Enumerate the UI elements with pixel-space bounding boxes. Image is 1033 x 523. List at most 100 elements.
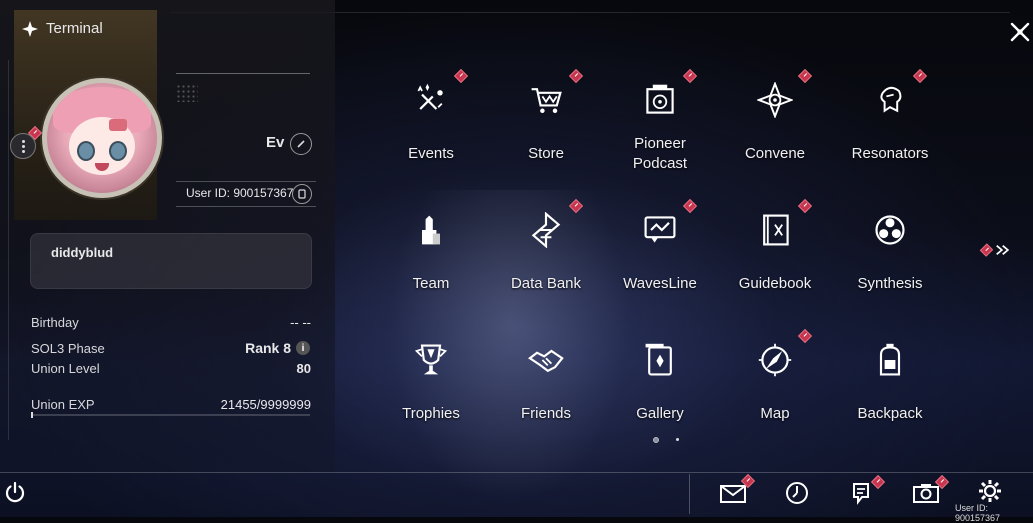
notice-button[interactable] (848, 480, 876, 506)
podcast-icon (640, 80, 680, 120)
clock-button[interactable] (783, 480, 811, 506)
menu-item-events[interactable]: Events (375, 68, 487, 188)
menu-item-label: Events (408, 145, 454, 162)
mail-button[interactable] (719, 480, 747, 506)
bottom-divider (0, 472, 1033, 473)
menu-item-friends[interactable]: Friends (490, 330, 602, 448)
camera-button[interactable] (912, 480, 940, 506)
menu-item-data-bank[interactable]: Data Bank (490, 198, 602, 318)
menu-item-resonators[interactable]: Resonators (834, 68, 946, 188)
window-title-label: Terminal (46, 20, 103, 37)
menu-item-label: Trophies (402, 405, 460, 422)
menu-item-store[interactable]: Store (490, 68, 602, 188)
notification-badge (568, 198, 584, 214)
guidebook-icon (755, 210, 795, 250)
menu-item-label: WavesLine (623, 275, 697, 292)
handshake-icon (526, 340, 566, 380)
menu-item-convene[interactable]: Convene (719, 68, 831, 188)
events-icon (411, 80, 451, 120)
synthesis-icon (870, 210, 910, 250)
window-title: Terminal (22, 20, 103, 37)
stat-value-birthday: -- -- (290, 315, 311, 330)
menu-item-label: Synthesis (857, 275, 923, 292)
dot-icon (21, 149, 25, 153)
notification-badge (682, 198, 698, 214)
stat-label-sol3-phase: SOL3 Phase (31, 341, 105, 356)
edit-name-button[interactable] (290, 133, 312, 155)
union-exp-bar (31, 414, 310, 416)
menu-item-label: Resonators (851, 145, 929, 162)
menu-item-label: Store (528, 145, 564, 162)
menu-item-guidebook[interactable]: Guidebook (719, 198, 831, 318)
menu-item-pioneer-podcast[interactable]: Pioneer Podcast (604, 68, 716, 188)
notification-badge (453, 68, 469, 84)
signature-field[interactable]: diddyblud (30, 233, 312, 289)
rank-info-button[interactable]: i (296, 341, 310, 355)
clock-icon (786, 482, 808, 504)
convene-icon (755, 80, 795, 120)
union-exp-marker (31, 412, 33, 418)
page-indicator-2[interactable] (676, 438, 679, 441)
notification-badge (797, 68, 813, 84)
page-indicator-1[interactable] (653, 437, 659, 443)
avatar[interactable] (42, 78, 162, 198)
notification-badge (682, 68, 698, 84)
pencil-icon (297, 140, 305, 148)
user-id-label: User ID: 900157367 (186, 186, 294, 200)
menu-item-label: Team (412, 275, 450, 292)
profile-more-button[interactable] (10, 133, 36, 159)
stat-value-union-level: 80 (296, 361, 311, 376)
data-bank-icon (526, 210, 566, 250)
notification-badge (797, 198, 813, 214)
next-page-button[interactable] (979, 240, 1012, 260)
stat-value-sol3-phase: Rank 8 (245, 340, 291, 356)
power-button[interactable] (4, 481, 26, 503)
settings-button[interactable] (976, 478, 1004, 504)
dot-icon (21, 139, 25, 143)
team-icon (411, 210, 451, 250)
avatar-bow (109, 119, 127, 131)
menu-item-label: Convene (744, 145, 806, 162)
gallery-icon (640, 340, 680, 380)
player-name: Ev (266, 134, 285, 151)
resonators-icon (870, 80, 910, 120)
notification-badge (912, 68, 928, 84)
menu-item-label: Backpack (857, 405, 923, 422)
backpack-icon (870, 340, 910, 380)
decor-dot-grid (176, 84, 198, 102)
chevron-double-right-icon (996, 245, 1010, 255)
wavesline-icon (640, 210, 680, 250)
trophy-icon (411, 340, 451, 380)
menu-item-wavesline[interactable]: WavesLine (604, 198, 716, 318)
menu-item-label: Friends (520, 405, 572, 422)
store-cart-icon (526, 80, 566, 120)
menu-item-gallery[interactable]: Gallery (604, 330, 716, 448)
stat-label-union-level: Union Level (31, 361, 100, 376)
menu-item-map[interactable]: Map (719, 328, 831, 448)
menu-item-label: Guidebook (738, 275, 812, 292)
menu-item-label: Data Bank (510, 275, 582, 292)
menu-item-label: Pioneer Podcast (632, 135, 688, 172)
menu-item-label: Gallery (636, 405, 684, 422)
panel-edge-line (8, 60, 9, 440)
menu-item-team[interactable]: Team (375, 200, 487, 318)
terminal-icon (22, 20, 38, 37)
notification-badge (797, 328, 813, 344)
copy-uid-button[interactable] (292, 184, 312, 204)
stat-label-union-exp: Union EXP (31, 397, 95, 412)
close-button[interactable] (1008, 18, 1032, 46)
stat-label-birthday: Birthday (31, 315, 79, 330)
settings-gear-icon (979, 480, 1001, 502)
camera-icon (913, 484, 939, 503)
notification-badge (568, 68, 584, 84)
bottom-bar-separator (689, 474, 690, 514)
dot-icon (21, 144, 25, 148)
menu-item-label: Map (760, 405, 790, 422)
menu-item-backpack[interactable]: Backpack (834, 330, 946, 448)
next-page-badge (979, 243, 994, 257)
close-icon (1010, 22, 1030, 42)
avatar-eye-left (77, 141, 95, 161)
bottom-user-id: User ID: 900157367 (955, 503, 1001, 523)
menu-item-trophies[interactable]: Trophies (375, 330, 487, 448)
menu-item-synthesis[interactable]: Synthesis (834, 200, 946, 318)
